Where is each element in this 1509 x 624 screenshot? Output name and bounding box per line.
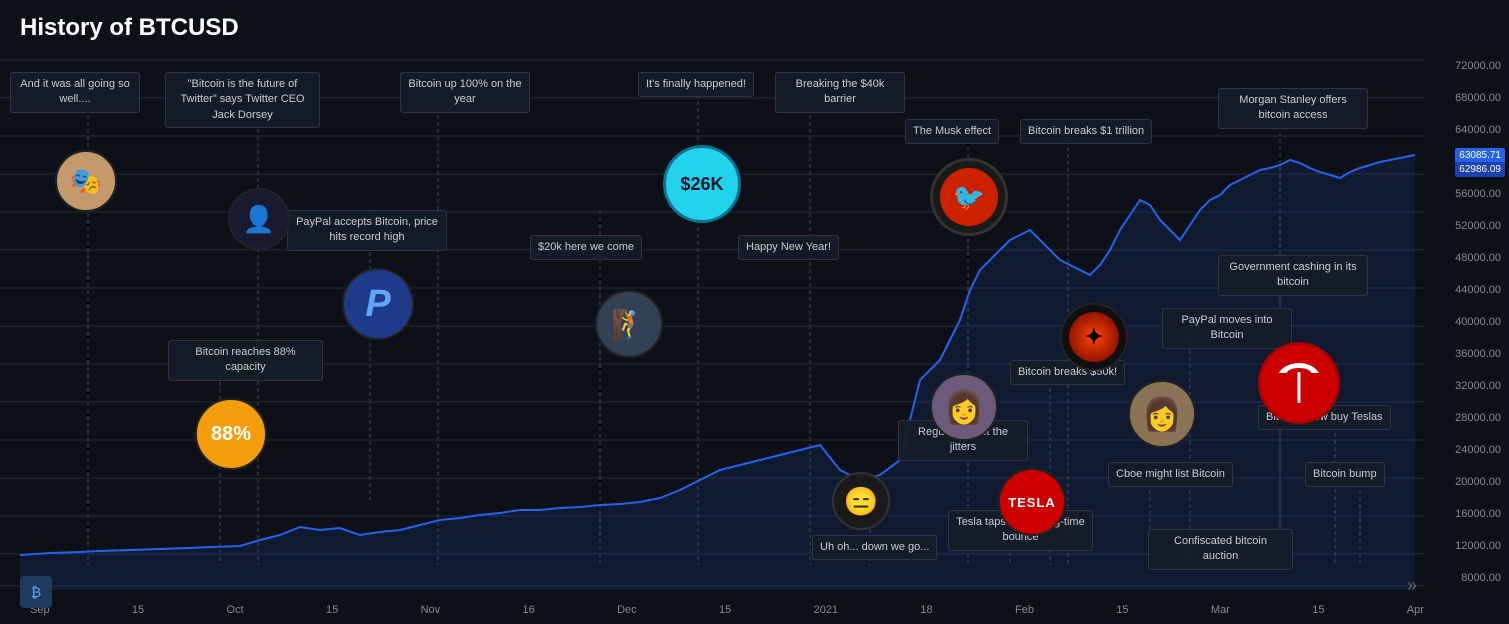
annotation-morgan-stanley: Morgan Stanley offers bitcoin access [1218, 88, 1368, 129]
x-label-18: 18 [920, 604, 932, 616]
x-label-15e: 15 [1312, 604, 1324, 616]
y-label-64000: 64000.00 [1429, 124, 1501, 136]
x-label-15a: 15 [132, 604, 144, 616]
circle-sep-person: 🎭 [55, 150, 117, 212]
annotation-govt-cashing: Government cashing in its bitcoin [1218, 255, 1368, 296]
x-label-feb: Feb [1015, 604, 1034, 616]
annotation-bitcoin-100: Bitcoin up 100% on the year [400, 72, 530, 113]
annotation-paypal-bitcoin: PayPal moves into Bitcoin [1162, 308, 1292, 349]
y-label-52000: 52000.00 [1429, 220, 1501, 232]
circle-tesla-large [1258, 342, 1340, 424]
annotation-20k: $20k here we come [530, 235, 642, 260]
annotation-confiscated: Confiscated bitcoin auction [1148, 529, 1293, 570]
annotation-40k-barrier: Breaking the $40k barrier [775, 72, 905, 113]
x-label-16: 16 [522, 604, 534, 616]
price-label-current: 63085.71 [1455, 148, 1505, 163]
y-label-56000: 56000.00 [1429, 188, 1501, 200]
circle-paypal: P [342, 268, 414, 340]
circle-woman-paypal: 👩 [1128, 380, 1196, 448]
annotation-all-going-well: And it was all going so well.... [10, 72, 140, 113]
price-label-previous: 62986.09 [1455, 162, 1505, 177]
y-label-36000: 36000.00 [1429, 348, 1501, 360]
y-label-40000: 40000.00 [1429, 316, 1501, 328]
y-label-8000: 8000.00 [1429, 572, 1501, 584]
x-label-nov: Nov [421, 604, 441, 616]
y-label-20000: 20000.00 [1429, 476, 1501, 488]
circle-ladder: 🧗 [595, 290, 663, 358]
nav-arrow[interactable]: » [1407, 575, 1417, 596]
x-label-oct: Oct [227, 604, 244, 616]
y-label-44000: 44000.00 [1429, 284, 1501, 296]
annotation-cboe: Cboe might list Bitcoin [1108, 462, 1233, 487]
circle-tesla-small: TESLA [998, 468, 1066, 536]
y-label-32000: 32000.00 [1429, 380, 1501, 392]
y-label-28000: 28000.00 [1429, 412, 1501, 424]
y-axis: 72000.00 68000.00 64000.00 60000.00 5600… [1429, 0, 1509, 624]
circle-sad-face: 😑 [832, 472, 890, 530]
circle-26k: $26K [663, 145, 741, 223]
annotation-happy-new-year: Happy New Year! [738, 235, 839, 260]
circle-yellen: 👩 [930, 373, 998, 441]
x-label-2021: 2021 [814, 604, 838, 616]
annotation-finally-happened: It's finally happened! [638, 72, 754, 97]
chart-container: History of BTCUSD [0, 0, 1509, 624]
annotation-jack-dorsey: "Bitcoin is the future of Twitter" says … [165, 72, 320, 128]
x-label-15c: 15 [719, 604, 731, 616]
y-label-12000: 12000.00 [1429, 540, 1501, 552]
y-label-16000: 16000.00 [1429, 508, 1501, 520]
annotation-bitcoin-bump: Bitcoin bump [1305, 462, 1385, 487]
circle-88-percent: 88% [195, 398, 267, 470]
y-label-48000: 48000.00 [1429, 252, 1501, 264]
circle-jack-dorsey: 👤 [228, 188, 290, 250]
annotation-down-we-go: Uh oh... down we go... [812, 535, 937, 560]
x-label-mar: Mar [1211, 604, 1230, 616]
x-label-15d: 15 [1116, 604, 1128, 616]
y-label-72000: 72000.00 [1429, 60, 1501, 72]
x-axis: Sep 15 Oct 15 Nov 16 Dec 15 2021 18 Feb … [30, 604, 1424, 616]
x-label-15b: 15 [326, 604, 338, 616]
y-label-68000: 68000.00 [1429, 92, 1501, 104]
x-label-dec: Dec [617, 604, 637, 616]
y-label-24000: 24000.00 [1429, 444, 1501, 456]
circle-twitter-musk: 🐦 [930, 158, 1008, 236]
annotation-1-trillion: Bitcoin breaks $1 trillion [1020, 119, 1152, 144]
circle-starburst: ✦ [1060, 303, 1128, 371]
annotation-musk-effect: The Musk effect [905, 119, 999, 144]
annotation-88-capacity: Bitcoin reaches 88% capacity [168, 340, 323, 381]
x-label-apr: Apr [1407, 604, 1424, 616]
chart-watermark: ₿ [20, 576, 52, 608]
annotation-paypal-accepts: PayPal accepts Bitcoin, price hits recor… [287, 210, 447, 251]
